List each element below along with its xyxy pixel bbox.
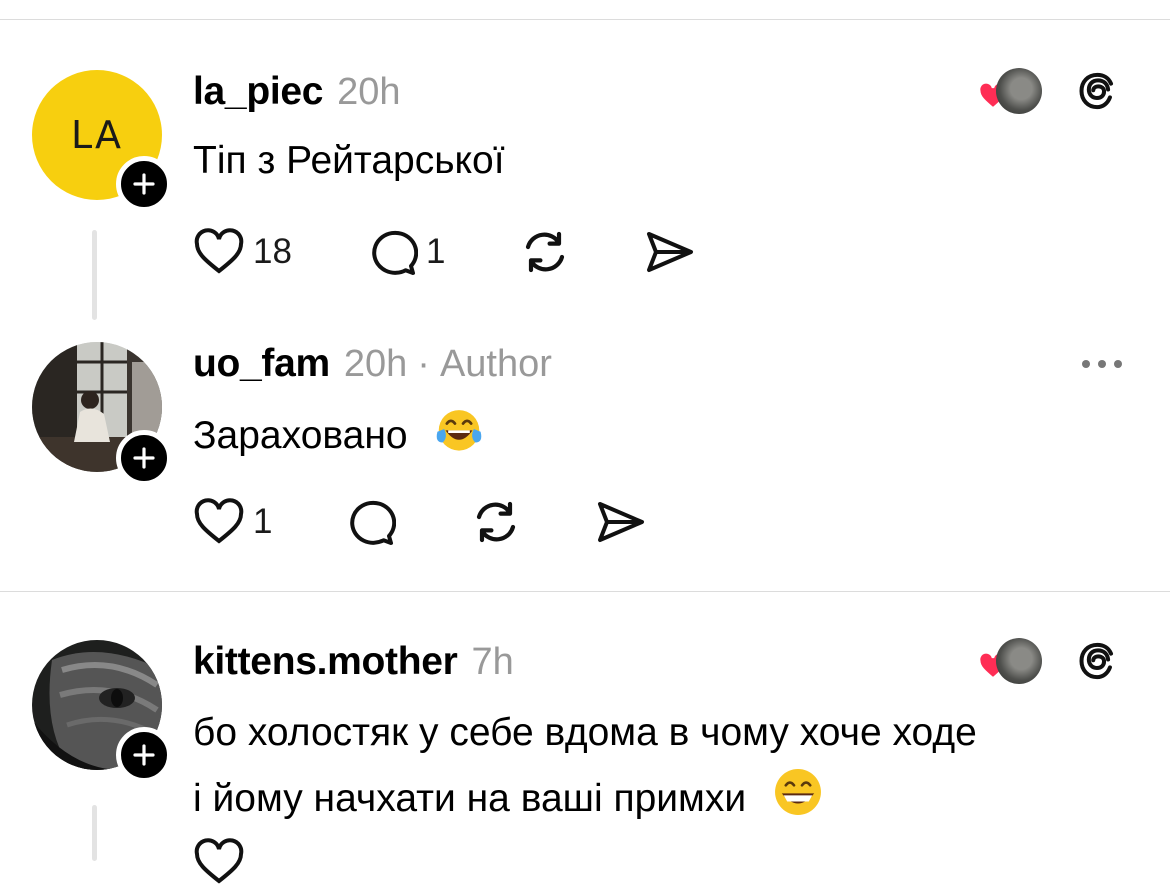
post-top-icons	[978, 68, 1120, 114]
like-count: 1	[253, 502, 273, 541]
follow-plus-button[interactable]	[116, 430, 172, 486]
post-text: Тіп з Рейтарської	[193, 139, 505, 182]
follow-plus-button[interactable]	[116, 727, 172, 783]
post-actions	[193, 838, 245, 886]
liked-by-author[interactable]	[978, 638, 1042, 684]
comment-icon	[372, 230, 418, 275]
share-button[interactable]	[643, 228, 695, 276]
share-button[interactable]	[594, 498, 646, 546]
repost-icon	[526, 231, 565, 273]
like-count: 18	[253, 232, 292, 271]
comment-icon	[350, 500, 397, 545]
avatar-initials: LA	[70, 113, 124, 157]
dot	[1082, 360, 1090, 368]
top-divider	[0, 19, 1170, 20]
username[interactable]: la_piec	[193, 70, 323, 114]
username[interactable]: uo_fam	[193, 342, 330, 386]
post-text: Зараховано	[193, 414, 408, 457]
like-button[interactable]	[193, 838, 245, 886]
heart-outline-icon	[194, 228, 244, 274]
threads-logo-icon[interactable]	[1076, 639, 1120, 683]
plus-icon	[133, 744, 155, 766]
timestamp: 7h	[471, 641, 514, 683]
author-avatar-mini	[996, 68, 1042, 114]
reply-button[interactable]	[344, 497, 397, 547]
reply-button[interactable]: 1	[366, 227, 445, 277]
post-actions: 1	[193, 496, 646, 548]
plus-icon	[133, 173, 155, 195]
plus-icon	[133, 447, 155, 469]
repost-button[interactable]	[519, 226, 571, 278]
author-tag: Author	[439, 343, 552, 385]
like-button[interactable]: 1	[193, 498, 272, 546]
post-text-row: Зараховано	[193, 402, 486, 467]
heart-outline-icon	[194, 498, 244, 544]
post-header: kittens.mother 7h	[193, 640, 514, 684]
meta-separator: ·	[417, 343, 430, 385]
like-button[interactable]: 18	[193, 228, 292, 276]
liked-by-author[interactable]	[978, 68, 1042, 114]
follow-plus-button[interactable]	[116, 156, 172, 212]
tears-of-joy-emoji-icon	[437, 410, 482, 451]
timestamp: 20h	[343, 343, 408, 385]
reply-count: 1	[425, 232, 446, 271]
repost-button[interactable]	[470, 496, 522, 548]
username[interactable]: kittens.mother	[193, 640, 458, 684]
dot	[1114, 360, 1122, 368]
post-top-icons	[978, 638, 1120, 684]
post-text-line-2: і йому начхати на ваші примхи	[193, 777, 747, 820]
post-text-row-2: і йому начхати на ваші примхи	[193, 765, 825, 830]
post-header: la_piec 20h	[193, 70, 401, 114]
send-icon	[598, 502, 645, 542]
post-actions: 18 1	[193, 226, 695, 278]
threads-logo-icon[interactable]	[1076, 69, 1120, 113]
timestamp: 20h	[337, 71, 401, 113]
thread-line	[92, 230, 97, 320]
post-text-line-1: бо холостяк у себе вдома в чому хоче ход…	[193, 711, 977, 754]
heart-outline-icon	[194, 838, 244, 884]
dot	[1098, 360, 1106, 368]
thread-line	[92, 805, 97, 861]
grinning-emoji-icon	[775, 769, 821, 815]
post-header: uo_fam 20h · Author	[193, 342, 552, 386]
author-avatar-mini	[996, 638, 1042, 684]
send-icon	[647, 232, 694, 272]
more-options-button[interactable]	[1082, 360, 1122, 368]
repost-icon	[477, 501, 516, 543]
post-divider	[0, 591, 1170, 592]
